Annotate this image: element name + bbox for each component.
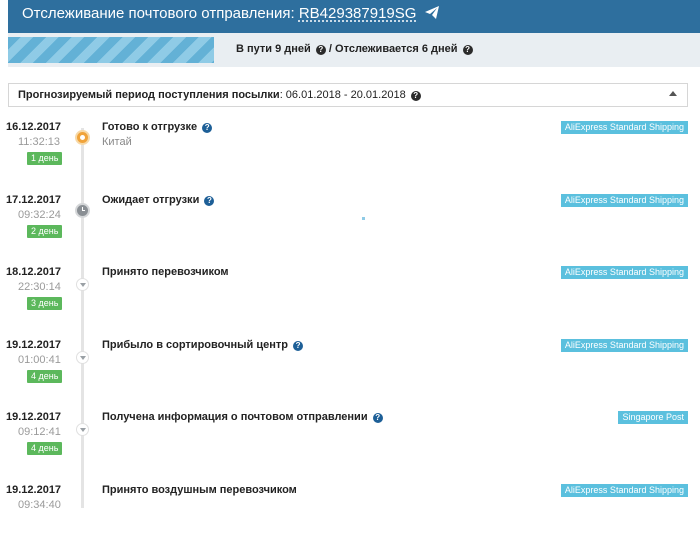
- carrier-badge: AliExpress Standard Shipping: [560, 266, 688, 279]
- timeline-event: 16.12.2017 11:32:13 1 день Готово к отгр…: [0, 121, 700, 193]
- event-title: Принято воздушным перевозчиком: [102, 484, 297, 496]
- timeline-event: 18.12.2017 22:30:14 3 день Принято перев…: [0, 266, 700, 338]
- timeline-event: 19.12.2017 01:00:41 4 день Прибыло в сор…: [0, 339, 700, 411]
- help-icon[interactable]: ?: [462, 45, 473, 55]
- event-date: 18.12.2017: [6, 266, 62, 278]
- carrier-badge: AliExpress Standard Shipping: [560, 484, 688, 497]
- event-title: Прибыло в сортировочный центр ?: [102, 339, 304, 351]
- carrier-badge: AliExpress Standard Shipping: [560, 121, 688, 134]
- forecast-text: Прогнозируемый период поступления посылк…: [18, 89, 421, 101]
- event-location: Китай: [102, 136, 132, 148]
- event-title: Принято перевозчиком: [102, 266, 229, 278]
- forecast-panel[interactable]: Прогнозируемый период поступления посылк…: [8, 83, 688, 107]
- timeline-event: 17.12.2017 09:32:24 2 день Ожидает отгру…: [0, 194, 700, 266]
- status-separator: /: [325, 43, 336, 55]
- header-title-prefix: Отслеживание почтового отправления:: [22, 5, 299, 22]
- event-time: 22:30:14: [18, 281, 61, 293]
- event-title: Получена информация о почтовом отправлен…: [102, 411, 383, 423]
- tracking-number-link[interactable]: RB429387919SG: [299, 5, 417, 22]
- status-text: В пути 9 дней ? / Отслеживается 6 дней ?: [236, 43, 473, 55]
- timeline-event: 19.12.2017 09:34:40 Принято воздушным пе…: [0, 484, 700, 556]
- paper-plane-icon[interactable]: [424, 6, 439, 23]
- collapse-caret-icon[interactable]: [669, 91, 677, 96]
- day-badge: 2 день: [27, 225, 63, 238]
- event-time: 09:32:24: [18, 209, 61, 221]
- event-date: 19.12.2017: [6, 339, 62, 351]
- event-title: Ожидает отгрузки ?: [102, 194, 215, 206]
- event-time: 01:00:41: [18, 354, 61, 366]
- forecast-value: : 06.01.2018 - 20.01.2018: [279, 89, 406, 101]
- event-date: 17.12.2017: [6, 194, 62, 206]
- carrier-badge: Singapore Post: [618, 411, 688, 424]
- event-date: 19.12.2017: [6, 411, 62, 423]
- event-title: Готово к отгрузке ?: [102, 121, 213, 133]
- timeline-event: 19.12.2017 09:12:41 4 день Получена инфо…: [0, 411, 700, 483]
- chevron-down-icon[interactable]: [76, 423, 89, 436]
- tracked-text: Отслеживается 6 дней: [335, 43, 458, 55]
- carrier-badge: AliExpress Standard Shipping: [560, 194, 688, 207]
- help-icon[interactable]: ?: [410, 91, 421, 101]
- day-badge: 1 день: [27, 152, 63, 165]
- event-time: 09:34:40: [18, 499, 61, 511]
- event-time: 09:12:41: [18, 426, 61, 438]
- carrier-badge: AliExpress Standard Shipping: [560, 339, 688, 352]
- header-title: Отслеживание почтового отправления: RB42…: [22, 5, 439, 23]
- event-time: 11:32:13: [18, 136, 61, 148]
- event-date: 16.12.2017: [6, 121, 62, 133]
- progress-bar: [8, 37, 214, 63]
- status-bar: В пути 9 дней ? / Отслеживается 6 дней ?: [8, 33, 700, 67]
- day-badge: 4 день: [27, 442, 63, 455]
- help-icon[interactable]: ?: [204, 196, 215, 206]
- package-icon: [75, 130, 90, 145]
- chevron-down-icon[interactable]: [76, 278, 89, 291]
- day-badge: 3 день: [27, 297, 63, 310]
- in-transit-text: В пути 9 дней: [236, 43, 311, 55]
- day-badge: 4 день: [27, 370, 63, 383]
- help-icon[interactable]: ?: [315, 45, 326, 55]
- event-date: 19.12.2017: [6, 484, 62, 496]
- help-icon[interactable]: ?: [293, 341, 304, 351]
- chevron-down-icon[interactable]: [76, 351, 89, 364]
- help-icon[interactable]: ?: [202, 123, 213, 133]
- clock-icon: [75, 203, 90, 218]
- tracking-header: Отслеживание почтового отправления: RB42…: [8, 0, 700, 33]
- help-icon[interactable]: ?: [372, 413, 383, 423]
- forecast-label: Прогнозируемый период поступления посылк…: [18, 89, 280, 101]
